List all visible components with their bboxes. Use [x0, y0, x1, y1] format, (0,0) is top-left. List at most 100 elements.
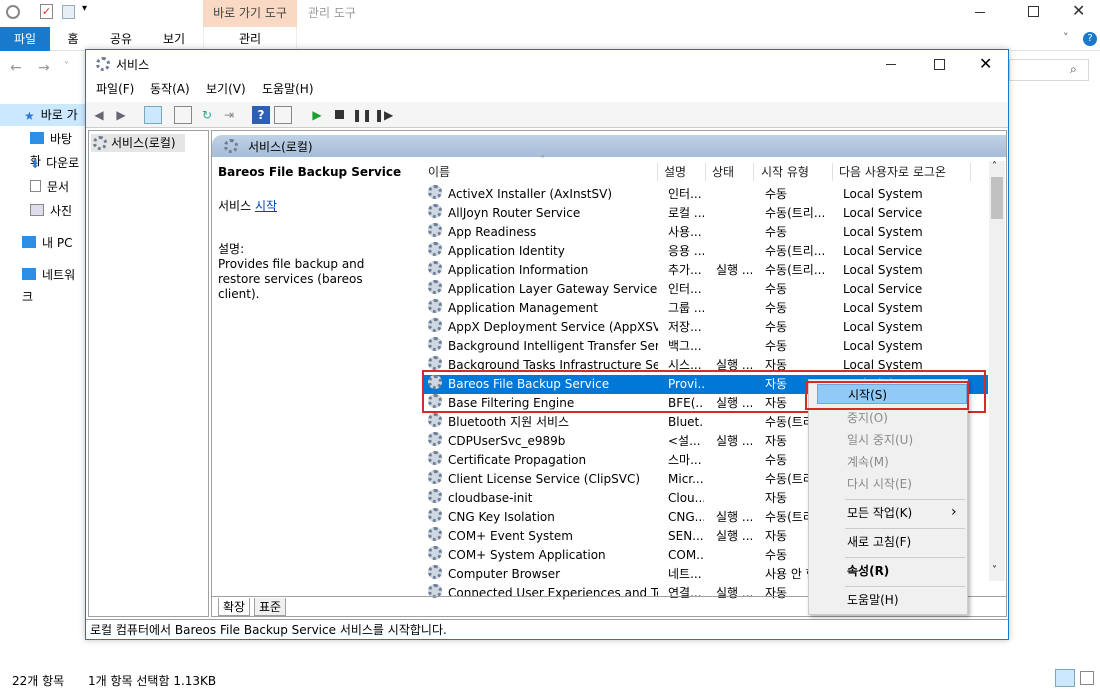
column-separator[interactable] [832, 163, 833, 181]
tab-standard[interactable]: 표준 [254, 598, 287, 616]
menu-action[interactable]: 동작(A) [150, 78, 190, 100]
table-row[interactable]: AllJoyn Router Service 로컬 ... 수동(트리... Loca… [422, 204, 988, 223]
ctx-all-tasks[interactable]: 모든 작업(K) [817, 503, 967, 523]
back-icon[interactable]: ◀ [90, 106, 108, 124]
properties-icon[interactable] [6, 5, 20, 19]
cell-desc: SEN... [668, 529, 704, 543]
stop-icon[interactable] [330, 106, 348, 124]
play-icon[interactable]: ▶ [308, 106, 326, 124]
ribbon-collapse-icon[interactable]: ˅ [1063, 31, 1069, 44]
table-row[interactable]: Application Management 그룹 ... 수동 Local Syst… [422, 299, 988, 318]
ctx-help[interactable]: 도움말(H) [817, 590, 967, 610]
properties-icon[interactable] [274, 106, 292, 124]
scroll-down-icon[interactable]: ˅ [992, 565, 997, 576]
column-header-desc[interactable]: 설명 [664, 161, 686, 183]
column-header-name[interactable]: 이름 [428, 161, 450, 183]
column-header-status[interactable]: 상태 [712, 161, 734, 183]
cell-name: Certificate Propagation [448, 453, 587, 467]
restart-icon[interactable]: ❚▶ [374, 106, 393, 124]
table-row[interactable]: Background Intelligent Transfer Service 백… [422, 337, 988, 356]
column-separator[interactable] [970, 163, 971, 181]
details-view-icon[interactable] [1055, 669, 1075, 687]
close-icon[interactable]: ✕ [1072, 1, 1085, 20]
start-service-link[interactable]: 시작 [255, 199, 277, 213]
table-row[interactable]: AppX Deployment Service (AppXSVC) 저장... 수동… [422, 318, 988, 337]
tab-extended[interactable]: 확장 [218, 598, 251, 616]
minimize-icon[interactable] [886, 64, 896, 65]
ctx-stop[interactable]: 중지(O) [817, 408, 967, 428]
forward-icon[interactable]: ▶ [112, 106, 130, 124]
tree-item-services-local[interactable]: 서비스(로컬) [91, 134, 185, 152]
search-icon[interactable]: ⌕ [1070, 62, 1077, 77]
column-separator[interactable] [705, 163, 706, 181]
nav-label: 문서 [47, 180, 70, 194]
scroll-thumb[interactable] [991, 177, 1003, 219]
column-separator[interactable] [657, 163, 658, 181]
help-icon[interactable]: ? [1083, 32, 1097, 46]
search-input[interactable] [1009, 59, 1089, 81]
column-header-logon[interactable]: 다음 사용자로 로그온 [839, 161, 946, 183]
table-row[interactable]: App Readiness 사용... 수동 Local System [422, 223, 988, 242]
pane-header-title: 서비스(로컬) [248, 140, 313, 154]
console-tree-icon[interactable] [144, 106, 162, 124]
picture-icon [30, 204, 44, 216]
nav-downloads[interactable]: ⬇ 다운로 [30, 152, 79, 174]
checkmark-icon[interactable]: ✓ [40, 4, 53, 19]
vertical-scrollbar[interactable]: ˄ ˅ [989, 161, 1005, 581]
ribbon-tab-file[interactable]: 파일 [0, 27, 50, 51]
cell-startup: 수동 [765, 187, 788, 201]
ribbon-tab-manage[interactable]: 관리 [203, 27, 297, 51]
menu-file[interactable]: 파일(F) [96, 78, 134, 100]
nav-network[interactable]: 네트워크 [22, 264, 86, 304]
ribbon-tab-view[interactable]: 보기 [157, 27, 191, 51]
ctx-pause[interactable]: 일시 중지(U) [817, 430, 967, 450]
nav-this-pc[interactable]: 내 PC [22, 232, 72, 254]
dropdown-icon[interactable]: ▾ [82, 3, 87, 14]
ctx-restart[interactable]: 다시 시작(E) [817, 474, 967, 494]
forward-arrow-icon[interactable]: → [38, 60, 50, 76]
cell-status: 실행 ... [716, 263, 752, 277]
cell-name: AllJoyn Router Service [448, 206, 581, 220]
cell-startup: 수동 [765, 225, 788, 239]
cell-desc: Bluet... [668, 415, 704, 429]
table-row[interactable]: Application Layer Gateway Service 인터... 수동… [422, 280, 988, 299]
nav-desktop[interactable]: 바탕 화 [30, 128, 86, 168]
ctx-properties[interactable]: 속성(R) [817, 561, 967, 581]
ctx-refresh[interactable]: 새로 고침(F) [817, 532, 967, 552]
new-folder-icon[interactable] [62, 5, 75, 19]
recent-dropdown-icon[interactable]: ˅ [64, 61, 69, 72]
pc-icon [22, 236, 36, 248]
column-separator[interactable] [753, 163, 754, 181]
refresh-icon[interactable]: ↻ [198, 106, 216, 124]
close-icon[interactable]: ✕ [979, 54, 992, 73]
ctx-resume[interactable]: 계속(M) [817, 452, 967, 472]
ribbon-tab-home[interactable]: 홈 [58, 27, 88, 51]
pause-icon[interactable]: ❚❚ [352, 106, 372, 124]
table-row[interactable]: Application Information 추가... 실행 ... 수동(트리.… [422, 261, 988, 280]
menu-help[interactable]: 도움말(H) [262, 78, 314, 100]
table-row[interactable]: Application Identity 응용 ... 수동(트리... Local … [422, 242, 988, 261]
back-arrow-icon[interactable]: ← [10, 60, 22, 76]
minimize-icon[interactable] [975, 12, 985, 13]
export-icon[interactable]: ⇥ [220, 106, 238, 124]
ribbon-tab-share[interactable]: 공유 [104, 27, 138, 51]
maximize-icon[interactable] [934, 59, 945, 70]
cell-name: CDPUserSvc_e989b [448, 434, 566, 448]
table-row[interactable]: ActiveX Installer (AxInstSV) 인터... 수동 Local… [422, 185, 988, 204]
maximize-icon[interactable] [1028, 6, 1039, 17]
nav-documents[interactable]: 문서 [30, 176, 69, 198]
nav-pictures[interactable]: 사진 [30, 200, 72, 222]
explorer-ribbon: 파일 홈 공유 보기 관리 ˅ ? [0, 27, 1100, 51]
thumbnail-view-icon[interactable] [1080, 671, 1094, 685]
cell-name: Application Management [448, 301, 598, 315]
description-text: Provides file backup and restore service… [218, 257, 365, 301]
menu-view[interactable]: 보기(V) [206, 78, 246, 100]
cell-desc: 응용 ... [668, 244, 704, 258]
item-count: 22개 항목 [12, 674, 65, 688]
export-list-icon[interactable] [174, 106, 192, 124]
column-header-startup[interactable]: 시작 유형 [761, 161, 809, 183]
nav-quick-access[interactable]: ★ 바로 가 [0, 104, 86, 126]
help-icon[interactable]: ? [252, 106, 270, 124]
cell-desc: 그룹 ... [668, 301, 704, 315]
scroll-up-icon[interactable]: ˄ [992, 161, 997, 172]
